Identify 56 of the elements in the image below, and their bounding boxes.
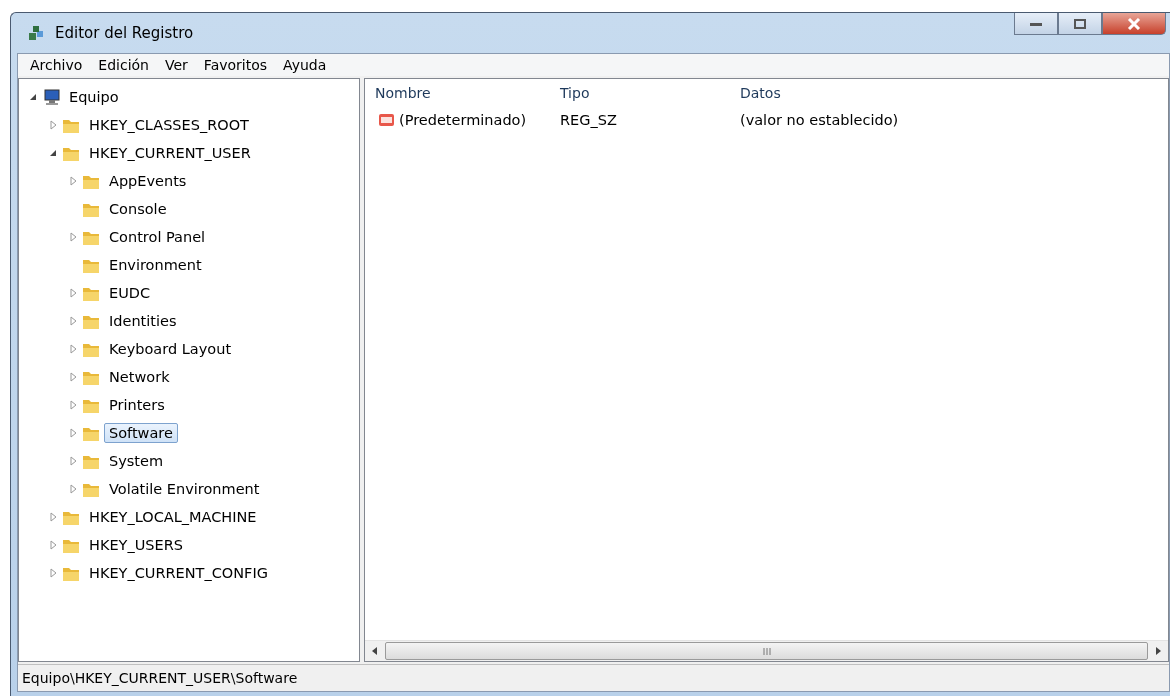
table-cell: (Predeterminado): [399, 112, 527, 128]
collapsed-arrow-icon[interactable]: [47, 511, 59, 523]
tree-item[interactable]: Software: [104, 423, 178, 443]
collapsed-arrow-icon[interactable]: [67, 455, 79, 467]
tree-item[interactable]: HKEY_CLASSES_ROOT: [84, 115, 254, 135]
menu-item[interactable]: Archivo: [22, 57, 91, 73]
menu-item[interactable]: Favoritos: [195, 57, 276, 73]
collapsed-arrow-icon[interactable]: [67, 427, 79, 439]
tree-item[interactable]: AppEvents: [104, 171, 192, 191]
collapsed-arrow-icon[interactable]: [67, 231, 79, 243]
tree-item[interactable]: HKEY_LOCAL_MACHINE: [84, 507, 262, 527]
tree-item[interactable]: System: [104, 451, 169, 471]
tree-item[interactable]: Control Panel: [104, 227, 211, 247]
maximize-button[interactable]: [1058, 13, 1102, 35]
tree-item[interactable]: EUDC: [104, 283, 156, 303]
right-arrow-icon: [1155, 647, 1161, 655]
grip-icon: [762, 647, 771, 655]
collapsed-arrow-icon[interactable]: [67, 399, 79, 411]
close-button[interactable]: [1102, 13, 1166, 35]
tree-item[interactable]: Keyboard Layout: [104, 339, 237, 359]
status-path: Equipo\HKEY_CURRENT_USER\Software: [22, 670, 298, 686]
tree-item[interactable]: HKEY_CURRENT_CONFIG: [84, 563, 273, 583]
window-title: Editor del Registro: [55, 24, 194, 42]
collapsed-arrow-icon[interactable]: [47, 119, 59, 131]
collapsed-arrow-icon[interactable]: [67, 175, 79, 187]
horizontal-scrollbar[interactable]: [365, 640, 1168, 661]
column-header[interactable]: Nombre: [375, 85, 431, 101]
table-cell: (valor no establecido): [740, 112, 899, 128]
collapsed-arrow-icon[interactable]: [47, 567, 59, 579]
close-icon: [1127, 17, 1141, 30]
menu-item[interactable]: Edición: [90, 57, 157, 73]
tree-item[interactable]: Equipo: [64, 87, 124, 107]
table-cell: REG_SZ: [560, 112, 617, 128]
tree-item[interactable]: Volatile Environment: [104, 479, 265, 499]
tree-item[interactable]: Network: [104, 367, 175, 387]
collapsed-arrow-icon[interactable]: [67, 371, 79, 383]
column-header[interactable]: Tipo: [560, 85, 590, 101]
collapsed-arrow-icon[interactable]: [67, 483, 79, 495]
menu-item[interactable]: Ver: [157, 57, 196, 73]
column-header[interactable]: Datos: [740, 85, 781, 101]
menu-item[interactable]: Ayuda: [275, 57, 335, 73]
collapsed-arrow-icon[interactable]: [67, 287, 79, 299]
tree-item[interactable]: Printers: [104, 395, 170, 415]
collapsed-arrow-icon[interactable]: [47, 539, 59, 551]
scroll-thumb[interactable]: [385, 642, 1148, 660]
tree-item[interactable]: HKEY_USERS: [84, 535, 188, 555]
maximize-icon: [1073, 17, 1087, 30]
computer-icon: [41, 87, 61, 107]
left-arrow-icon: [372, 647, 378, 655]
collapsed-arrow-icon[interactable]: [67, 315, 79, 327]
tree-item[interactable]: Identities: [104, 311, 182, 331]
tree-item[interactable]: Environment: [104, 255, 207, 275]
minimize-button[interactable]: [1014, 13, 1058, 35]
tree-item[interactable]: HKEY_CURRENT_USER: [84, 143, 256, 163]
collapsed-arrow-icon[interactable]: [67, 343, 79, 355]
tree-item[interactable]: Console: [104, 199, 172, 219]
